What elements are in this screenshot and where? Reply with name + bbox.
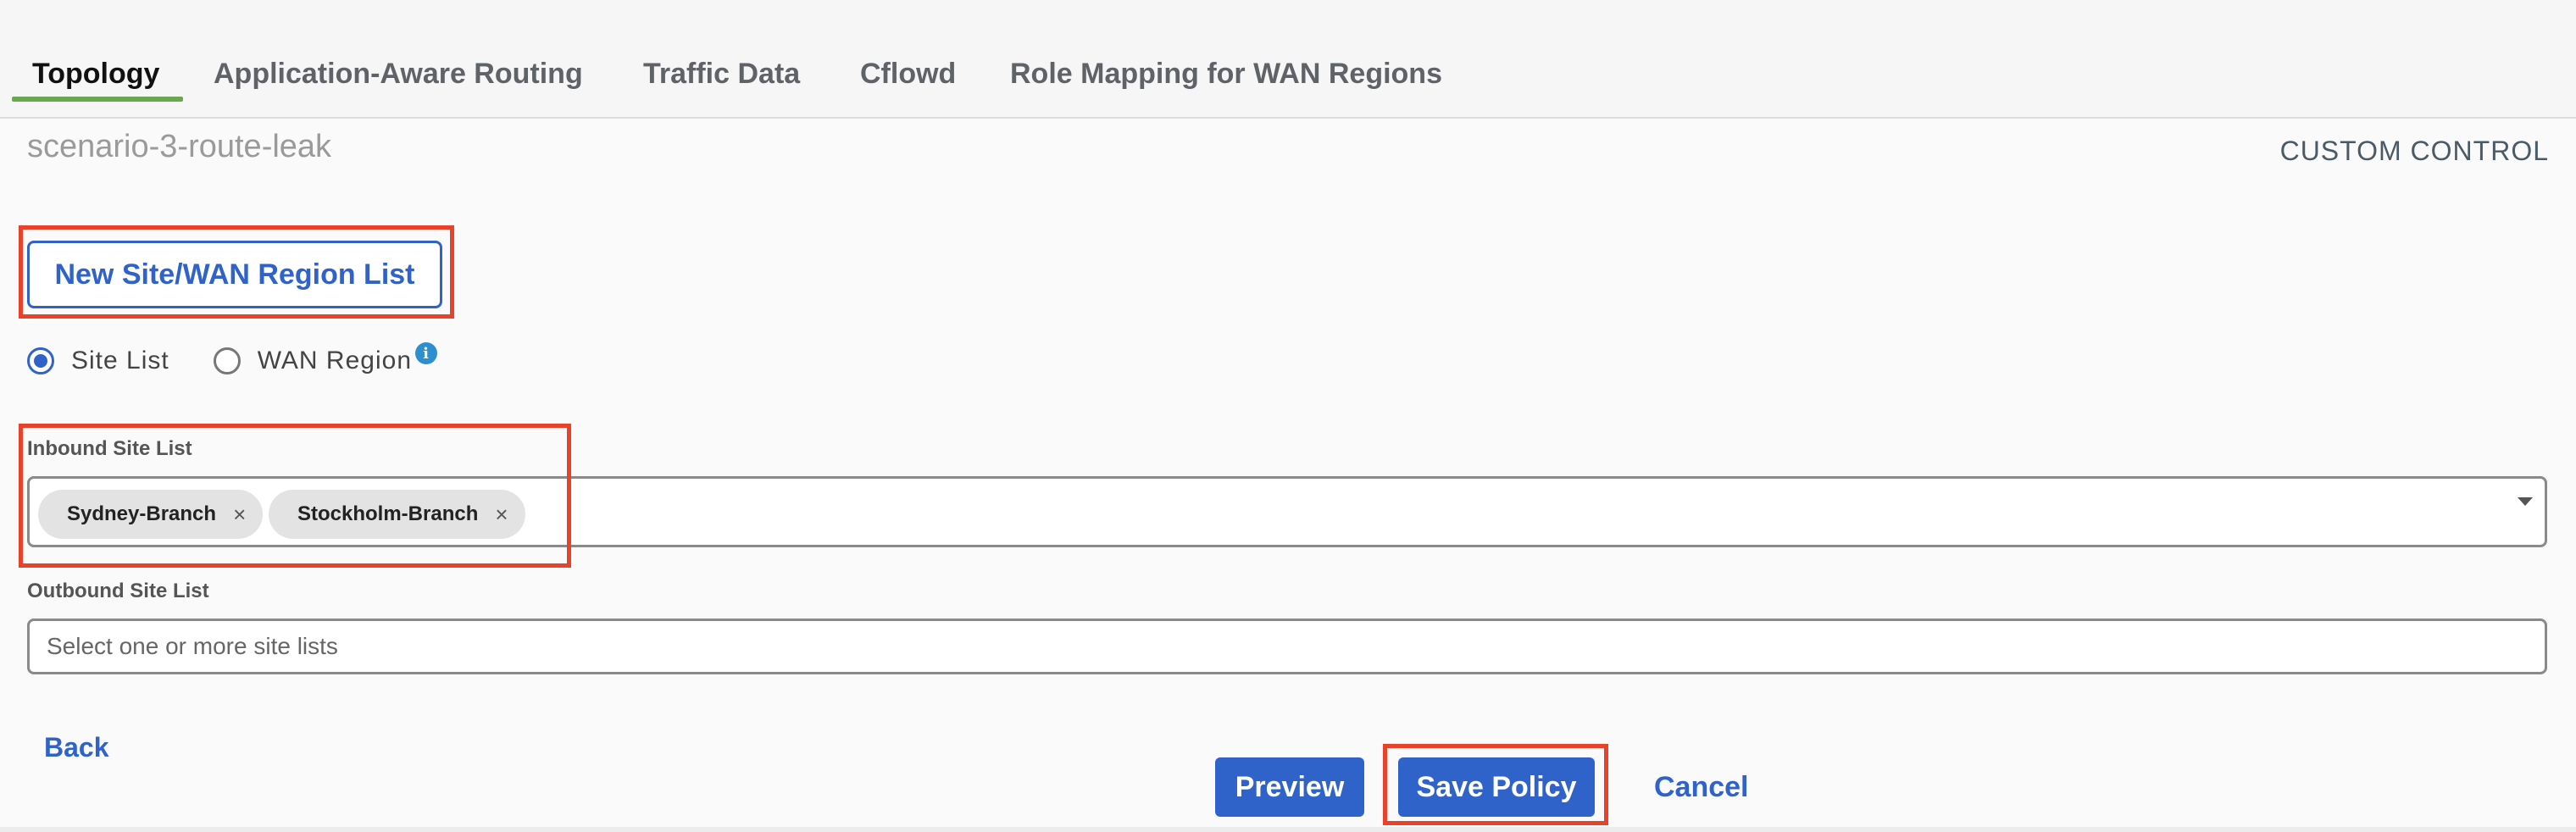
site-list-radio[interactable] bbox=[27, 347, 54, 374]
inbound-site-list-select[interactable]: Sydney-Branch × Stockholm-Branch × bbox=[27, 476, 2547, 547]
outbound-site-list-select[interactable]: Select one or more site lists bbox=[27, 618, 2547, 674]
info-icon[interactable]: i bbox=[415, 342, 437, 364]
chip-sydney-branch: Sydney-Branch × bbox=[38, 490, 264, 539]
outbound-site-list-label: Outbound Site List bbox=[27, 580, 209, 602]
inbound-site-list-label: Inbound Site List bbox=[27, 437, 192, 460]
bottom-edge bbox=[0, 827, 2576, 832]
tab-bar: Topology Application-Aware Routing Traff… bbox=[0, 0, 2576, 119]
list-type-radio-group: Site List WAN Region i bbox=[27, 342, 437, 380]
cancel-link[interactable]: Cancel bbox=[1654, 771, 1749, 804]
outbound-placeholder: Select one or more site lists bbox=[47, 633, 338, 659]
tab-traffic-data[interactable]: Traffic Data bbox=[643, 58, 800, 91]
wan-region-radio[interactable] bbox=[213, 347, 241, 374]
close-icon[interactable]: × bbox=[233, 502, 246, 528]
main-content bbox=[0, 119, 2576, 832]
chip-label: Sydney-Branch bbox=[67, 502, 217, 525]
active-tab-indicator bbox=[12, 97, 183, 102]
tab-role-mapping[interactable]: Role Mapping for WAN Regions bbox=[1010, 58, 1442, 91]
save-policy-button[interactable]: Save Policy bbox=[1398, 757, 1595, 817]
site-list-radio-label[interactable]: Site List bbox=[71, 347, 169, 375]
new-site-wan-region-list-button[interactable]: New Site/WAN Region List bbox=[27, 241, 442, 308]
tab-topology[interactable]: Topology bbox=[32, 58, 159, 91]
preview-button[interactable]: Preview bbox=[1215, 757, 1364, 817]
tab-application-aware-routing[interactable]: Application-Aware Routing bbox=[214, 58, 583, 91]
close-icon[interactable]: × bbox=[495, 502, 508, 528]
chip-stockholm-branch: Stockholm-Branch × bbox=[269, 490, 525, 539]
back-link[interactable]: Back bbox=[44, 732, 109, 763]
wan-region-radio-label[interactable]: WAN Region bbox=[258, 347, 412, 375]
tab-cflowd[interactable]: Cflowd bbox=[860, 58, 956, 91]
policy-name: scenario-3-route-leak bbox=[27, 129, 332, 164]
chevron-down-icon[interactable] bbox=[2518, 497, 2533, 506]
custom-control-label: CUSTOM CONTROL bbox=[2279, 136, 2549, 166]
chip-label: Stockholm-Branch bbox=[297, 502, 479, 525]
